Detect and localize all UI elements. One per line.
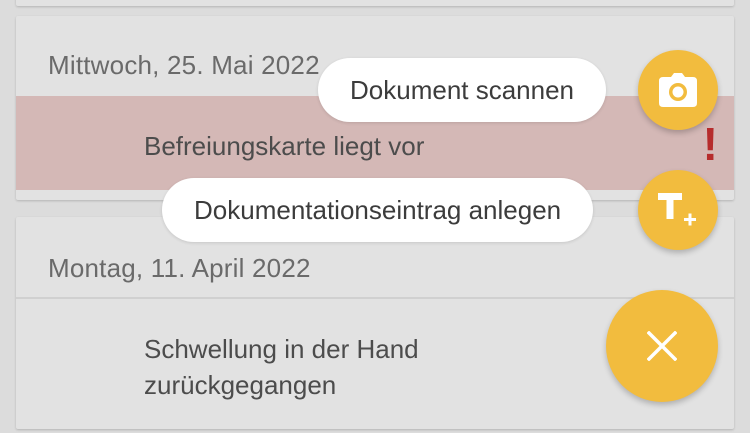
scan-document-button[interactable] xyxy=(638,50,718,130)
previous-card xyxy=(16,0,734,6)
date-header: Mittwoch, 25. Mai 2022 xyxy=(48,50,320,80)
new-entry-button[interactable] xyxy=(638,170,718,250)
close-icon xyxy=(647,331,677,361)
entry-text: Befreiungskarte liegt vor xyxy=(144,131,425,161)
new-entry-label[interactable]: Dokumentationseintrag anlegen xyxy=(162,178,594,242)
camera-icon xyxy=(659,73,697,107)
entry-text: Schwellung in der Hand zurückgegangen xyxy=(144,334,419,400)
scan-document-label[interactable]: Dokument scannen xyxy=(318,58,607,122)
date-header: Montag, 11. April 2022 xyxy=(48,253,311,283)
alert-icon: ! xyxy=(702,118,718,170)
close-speed-dial-button[interactable] xyxy=(606,290,718,402)
text-add-icon xyxy=(658,191,698,229)
